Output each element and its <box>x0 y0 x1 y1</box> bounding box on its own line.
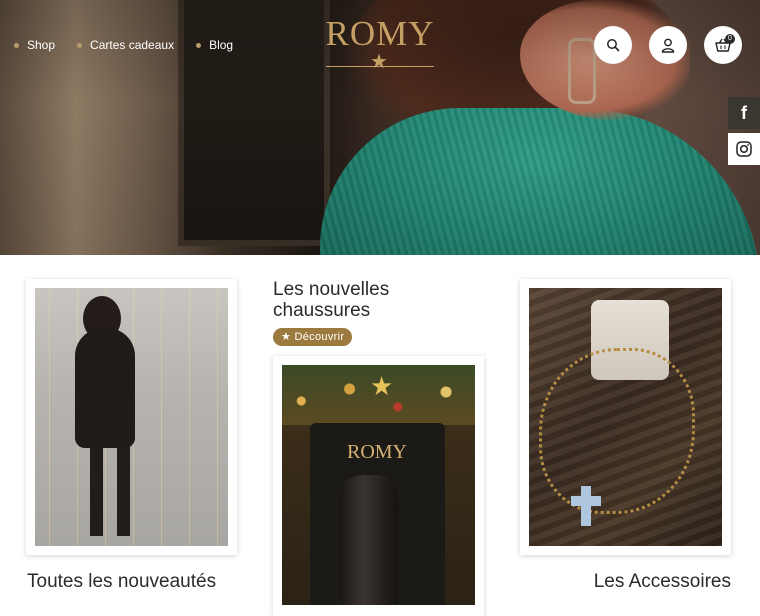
nav-item-label: Blog <box>209 38 234 52</box>
star-icon: ★ <box>370 371 394 401</box>
bullet-icon <box>77 42 83 48</box>
model-dress <box>75 328 135 448</box>
site-logo[interactable]: ROMY ★ <box>318 14 442 72</box>
cart-button[interactable]: 0 <box>704 26 742 64</box>
section-title-shoes-line2[interactable]: chaussures <box>273 300 370 322</box>
search-button[interactable] <box>594 26 632 64</box>
nav-item-label: Cartes cadeaux <box>90 38 175 52</box>
gold-chain <box>539 348 695 514</box>
nav-item-shop[interactable]: Shop <box>14 38 55 52</box>
logo-text: ROMY <box>325 14 435 53</box>
facebook-link[interactable]: f <box>728 97 760 129</box>
nav-item-blog[interactable]: Blog <box>196 38 233 52</box>
section-title-shoes-line1[interactable]: Les nouvelles <box>273 279 389 301</box>
bullet-icon <box>196 42 202 48</box>
shop-sign: ROMY <box>346 441 407 463</box>
product-card-new-shoes[interactable]: ★ ROMY <box>273 356 484 616</box>
user-icon <box>661 38 675 53</box>
account-button[interactable] <box>649 26 687 64</box>
instagram-link[interactable] <box>728 133 760 165</box>
product-card-new-arrivals[interactable] <box>26 279 237 555</box>
section-title-accessories[interactable]: Les Accessoires <box>594 571 731 593</box>
instagram-icon <box>736 141 752 157</box>
nav-item-gift-cards[interactable]: Cartes cadeaux <box>77 38 174 52</box>
star-icon: ★ <box>370 51 388 73</box>
new-shoes-image: ★ ROMY <box>282 365 475 605</box>
main-nav: Shop Cartes cadeaux Blog <box>14 38 255 52</box>
accessories-image <box>529 288 722 546</box>
new-arrivals-image <box>35 288 228 546</box>
search-icon <box>607 39 620 52</box>
discover-button[interactable]: ★ Découvrir <box>273 328 353 346</box>
nav-item-label: Shop <box>27 38 56 52</box>
product-card-accessories[interactable] <box>520 279 731 555</box>
boot-photo <box>340 475 398 605</box>
cross-pendant <box>571 486 601 526</box>
model-boots <box>90 446 130 536</box>
cart-count-badge: 0 <box>725 34 735 44</box>
facebook-icon: f <box>741 102 747 123</box>
section-title-new-arrivals[interactable]: Toutes les nouveautés <box>27 571 216 593</box>
bullet-icon <box>14 42 19 48</box>
